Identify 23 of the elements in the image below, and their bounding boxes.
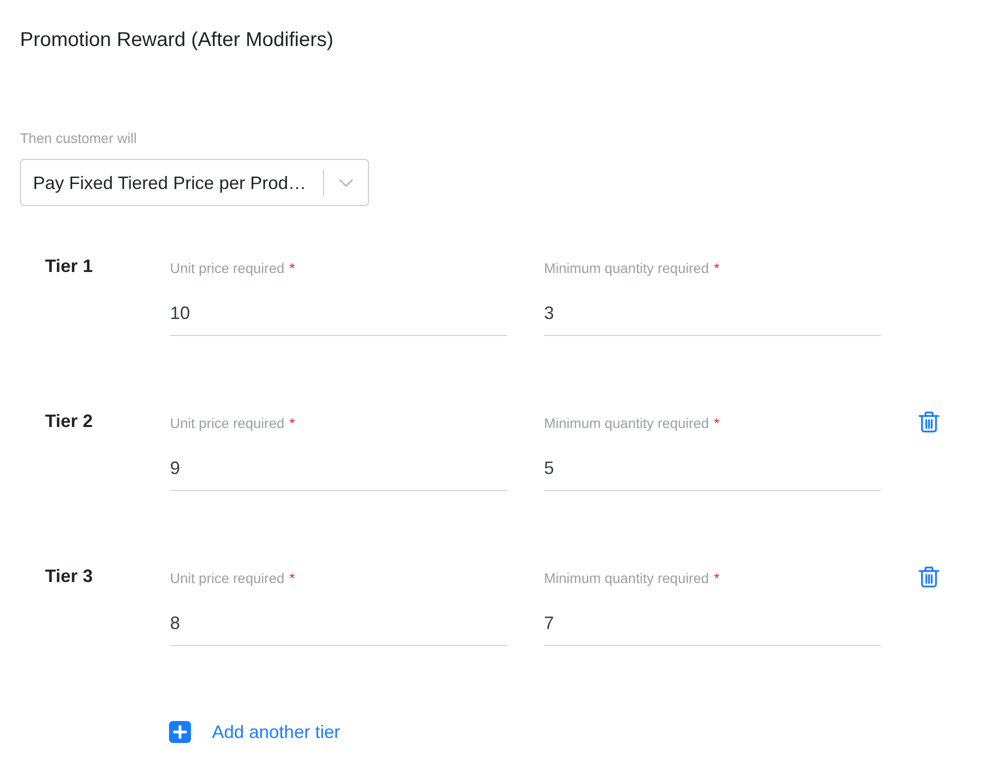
field-label: Unit price required * xyxy=(170,259,295,278)
input-field[interactable]: 9 xyxy=(170,454,507,491)
field-label: Unit price required * xyxy=(170,569,295,588)
input-field[interactable]: 10 xyxy=(170,299,507,336)
trash-icon[interactable] xyxy=(918,411,940,433)
tier-label: Tier 3 xyxy=(45,566,93,586)
field-label: Minimum quantity required * xyxy=(544,414,720,433)
field-label: Minimum quantity required * xyxy=(544,569,720,588)
input-field[interactable]: 8 xyxy=(170,609,507,646)
field-label: Unit price required * xyxy=(170,414,295,433)
section-title: Promotion Reward (After Modifiers) xyxy=(20,28,334,52)
plus-icon xyxy=(169,721,191,743)
tier-label: Tier 2 xyxy=(45,411,93,431)
field-label: Minimum quantity required * xyxy=(544,259,720,278)
input-field[interactable]: 5 xyxy=(544,454,881,491)
input-field[interactable]: 3 xyxy=(544,299,881,336)
add-tier-button[interactable]: Add another tier xyxy=(169,720,340,744)
select-label: Then customer will xyxy=(20,129,137,148)
reward-dropdown[interactable]: Pay Fixed Tiered Price per Prod… xyxy=(20,159,369,206)
tier-label: Tier 1 xyxy=(45,256,93,276)
trash-icon[interactable] xyxy=(918,566,940,588)
input-field[interactable]: 7 xyxy=(544,609,881,646)
chevron-down-icon xyxy=(339,178,353,186)
